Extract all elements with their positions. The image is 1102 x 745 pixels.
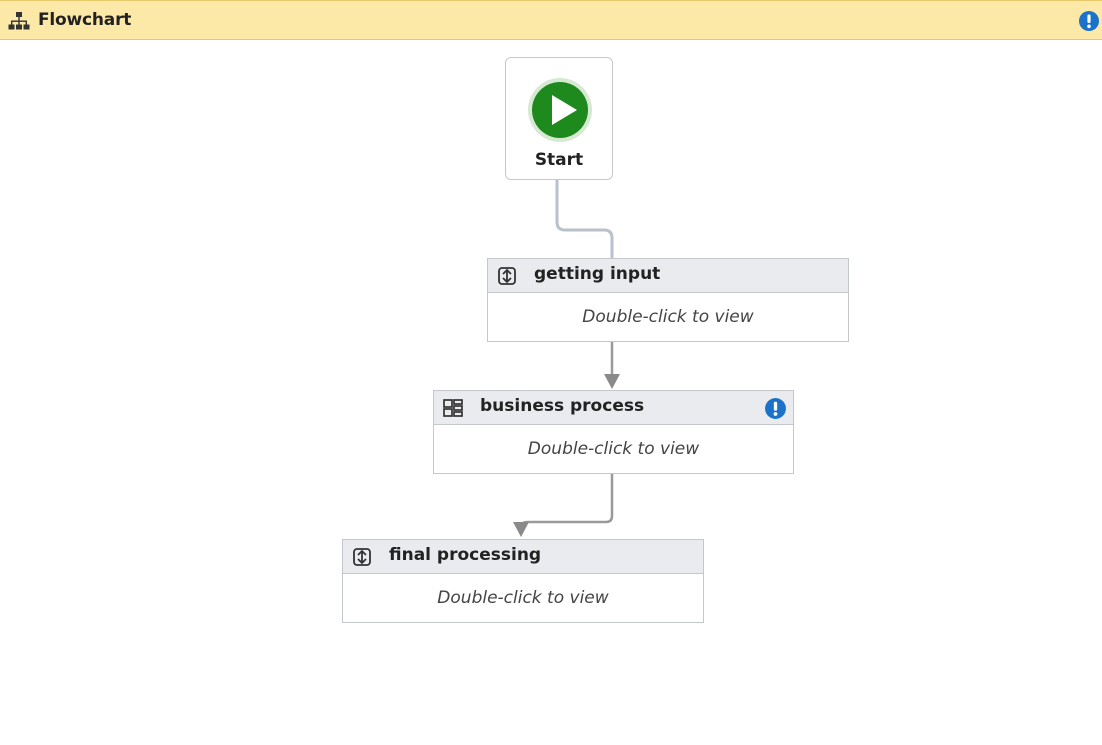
connector-start-to-getting-input [555, 180, 614, 259]
connector-business-process-to-final-processing [519, 474, 614, 529]
activity-header: getting input [488, 259, 848, 293]
activity-header: final processing [343, 540, 703, 574]
activity-body-text: Double-click to view [437, 588, 609, 608]
warning-info-icon[interactable] [764, 397, 787, 420]
activity-business-process[interactable]: business process Double-click to view [433, 390, 794, 474]
activity-body-text: Double-click to view [582, 307, 754, 327]
arrowhead-1 [604, 374, 620, 389]
start-label: Start [534, 150, 584, 170]
invoke-workflow-icon [353, 548, 371, 566]
activity-title: final processing [389, 545, 542, 565]
start-node[interactable]: Start [505, 57, 613, 180]
activity-title: getting input [534, 264, 661, 284]
activity-title: business process [480, 396, 645, 416]
invoke-workflow-icon [498, 267, 516, 285]
arrowhead-2 [513, 522, 529, 537]
activity-getting-input[interactable]: getting input Double-click to view [487, 258, 849, 342]
play-icon [528, 78, 592, 142]
activity-final-processing[interactable]: final processing Double-click to view [342, 539, 704, 623]
sequence-icon [443, 399, 463, 417]
activity-body-text: Double-click to view [527, 439, 700, 459]
flowchart-designer-canvas[interactable]: Flowchart Start getting input Double-cli… [0, 0, 1102, 745]
activity-header: business process [434, 391, 793, 425]
